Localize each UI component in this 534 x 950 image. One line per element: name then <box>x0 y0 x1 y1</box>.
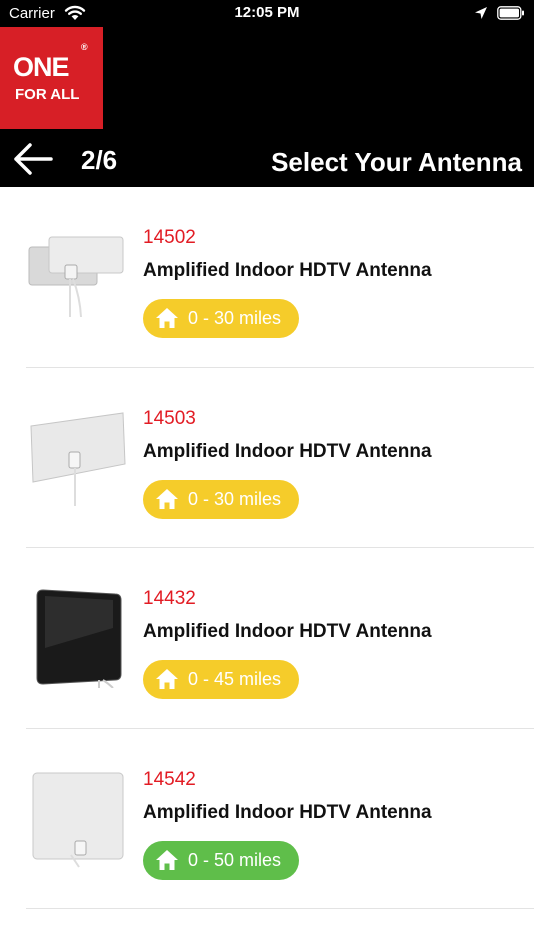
status-bar: Carrier 12:05 PM <box>0 0 534 28</box>
battery-icon <box>497 6 524 20</box>
logo-registered-mark: ® <box>81 42 88 52</box>
one-for-all-logo: ONE ® FOR ALL <box>0 27 103 129</box>
antenna-name: Amplified Indoor HDTV Antenna <box>143 801 432 823</box>
logo-line-two: FOR ALL <box>15 86 80 103</box>
range-badge: 0 - 45 miles <box>143 660 299 699</box>
range-label: 0 - 50 miles <box>188 849 282 870</box>
location-arrow-icon <box>475 7 487 19</box>
range-badge: 0 - 30 miles <box>143 299 299 338</box>
range-label: 0 - 30 miles <box>188 308 282 328</box>
antenna-name: Amplified Indoor HDTV Antenna <box>143 621 432 642</box>
antenna-flat-single-image <box>30 411 126 506</box>
antenna-square-white-image <box>32 772 124 868</box>
step-indicator: 2/6 <box>81 145 118 175</box>
range-badge: 0 - 30 miles <box>143 479 299 519</box>
antenna-model-number: 14503 <box>143 407 196 429</box>
antenna-model-number: 14432 <box>143 588 196 609</box>
antenna-list-item[interactable]: 14542 Amplified Indoor HDTV Antenna 0 - … <box>0 729 534 909</box>
antenna-list-item[interactable]: 14432 Amplified Indoor HDTV Antenna 0 - … <box>0 548 534 729</box>
antenna-model-number: 14502 <box>143 227 196 248</box>
clock: 12:05 PM <box>234 4 300 21</box>
back-button[interactable] <box>12 140 56 178</box>
antenna-black-panel-image <box>36 589 122 688</box>
header: Carrier 12:05 PM ONE ® FOR ALL 2/6 Selec… <box>0 0 534 187</box>
back-arrow-icon <box>14 143 53 175</box>
house-icon <box>156 488 178 509</box>
antenna-flat-double-image <box>28 236 124 318</box>
page-title: Select Your Antenna <box>271 147 522 177</box>
divider <box>26 908 534 909</box>
logo-line-one: ONE <box>13 52 70 82</box>
range-label: 0 - 45 miles <box>188 669 282 689</box>
antenna-name: Amplified Indoor HDTV Antenna <box>143 440 432 462</box>
range-label: 0 - 30 miles <box>188 488 282 509</box>
range-badge: 0 - 50 miles <box>143 840 299 880</box>
house-icon <box>156 849 178 870</box>
antenna-list-item[interactable]: 14503 Amplified Indoor HDTV Antenna 0 - … <box>0 368 534 548</box>
antenna-model-number: 14542 <box>143 768 196 790</box>
antenna-list-item[interactable]: 14502 Amplified Indoor HDTV Antenna 0 - … <box>0 187 534 368</box>
antenna-name: Amplified Indoor HDTV Antenna <box>143 260 432 281</box>
house-icon <box>156 669 178 689</box>
antenna-list: 14502 Amplified Indoor HDTV Antenna 0 - … <box>0 187 534 909</box>
house-icon <box>156 308 178 328</box>
